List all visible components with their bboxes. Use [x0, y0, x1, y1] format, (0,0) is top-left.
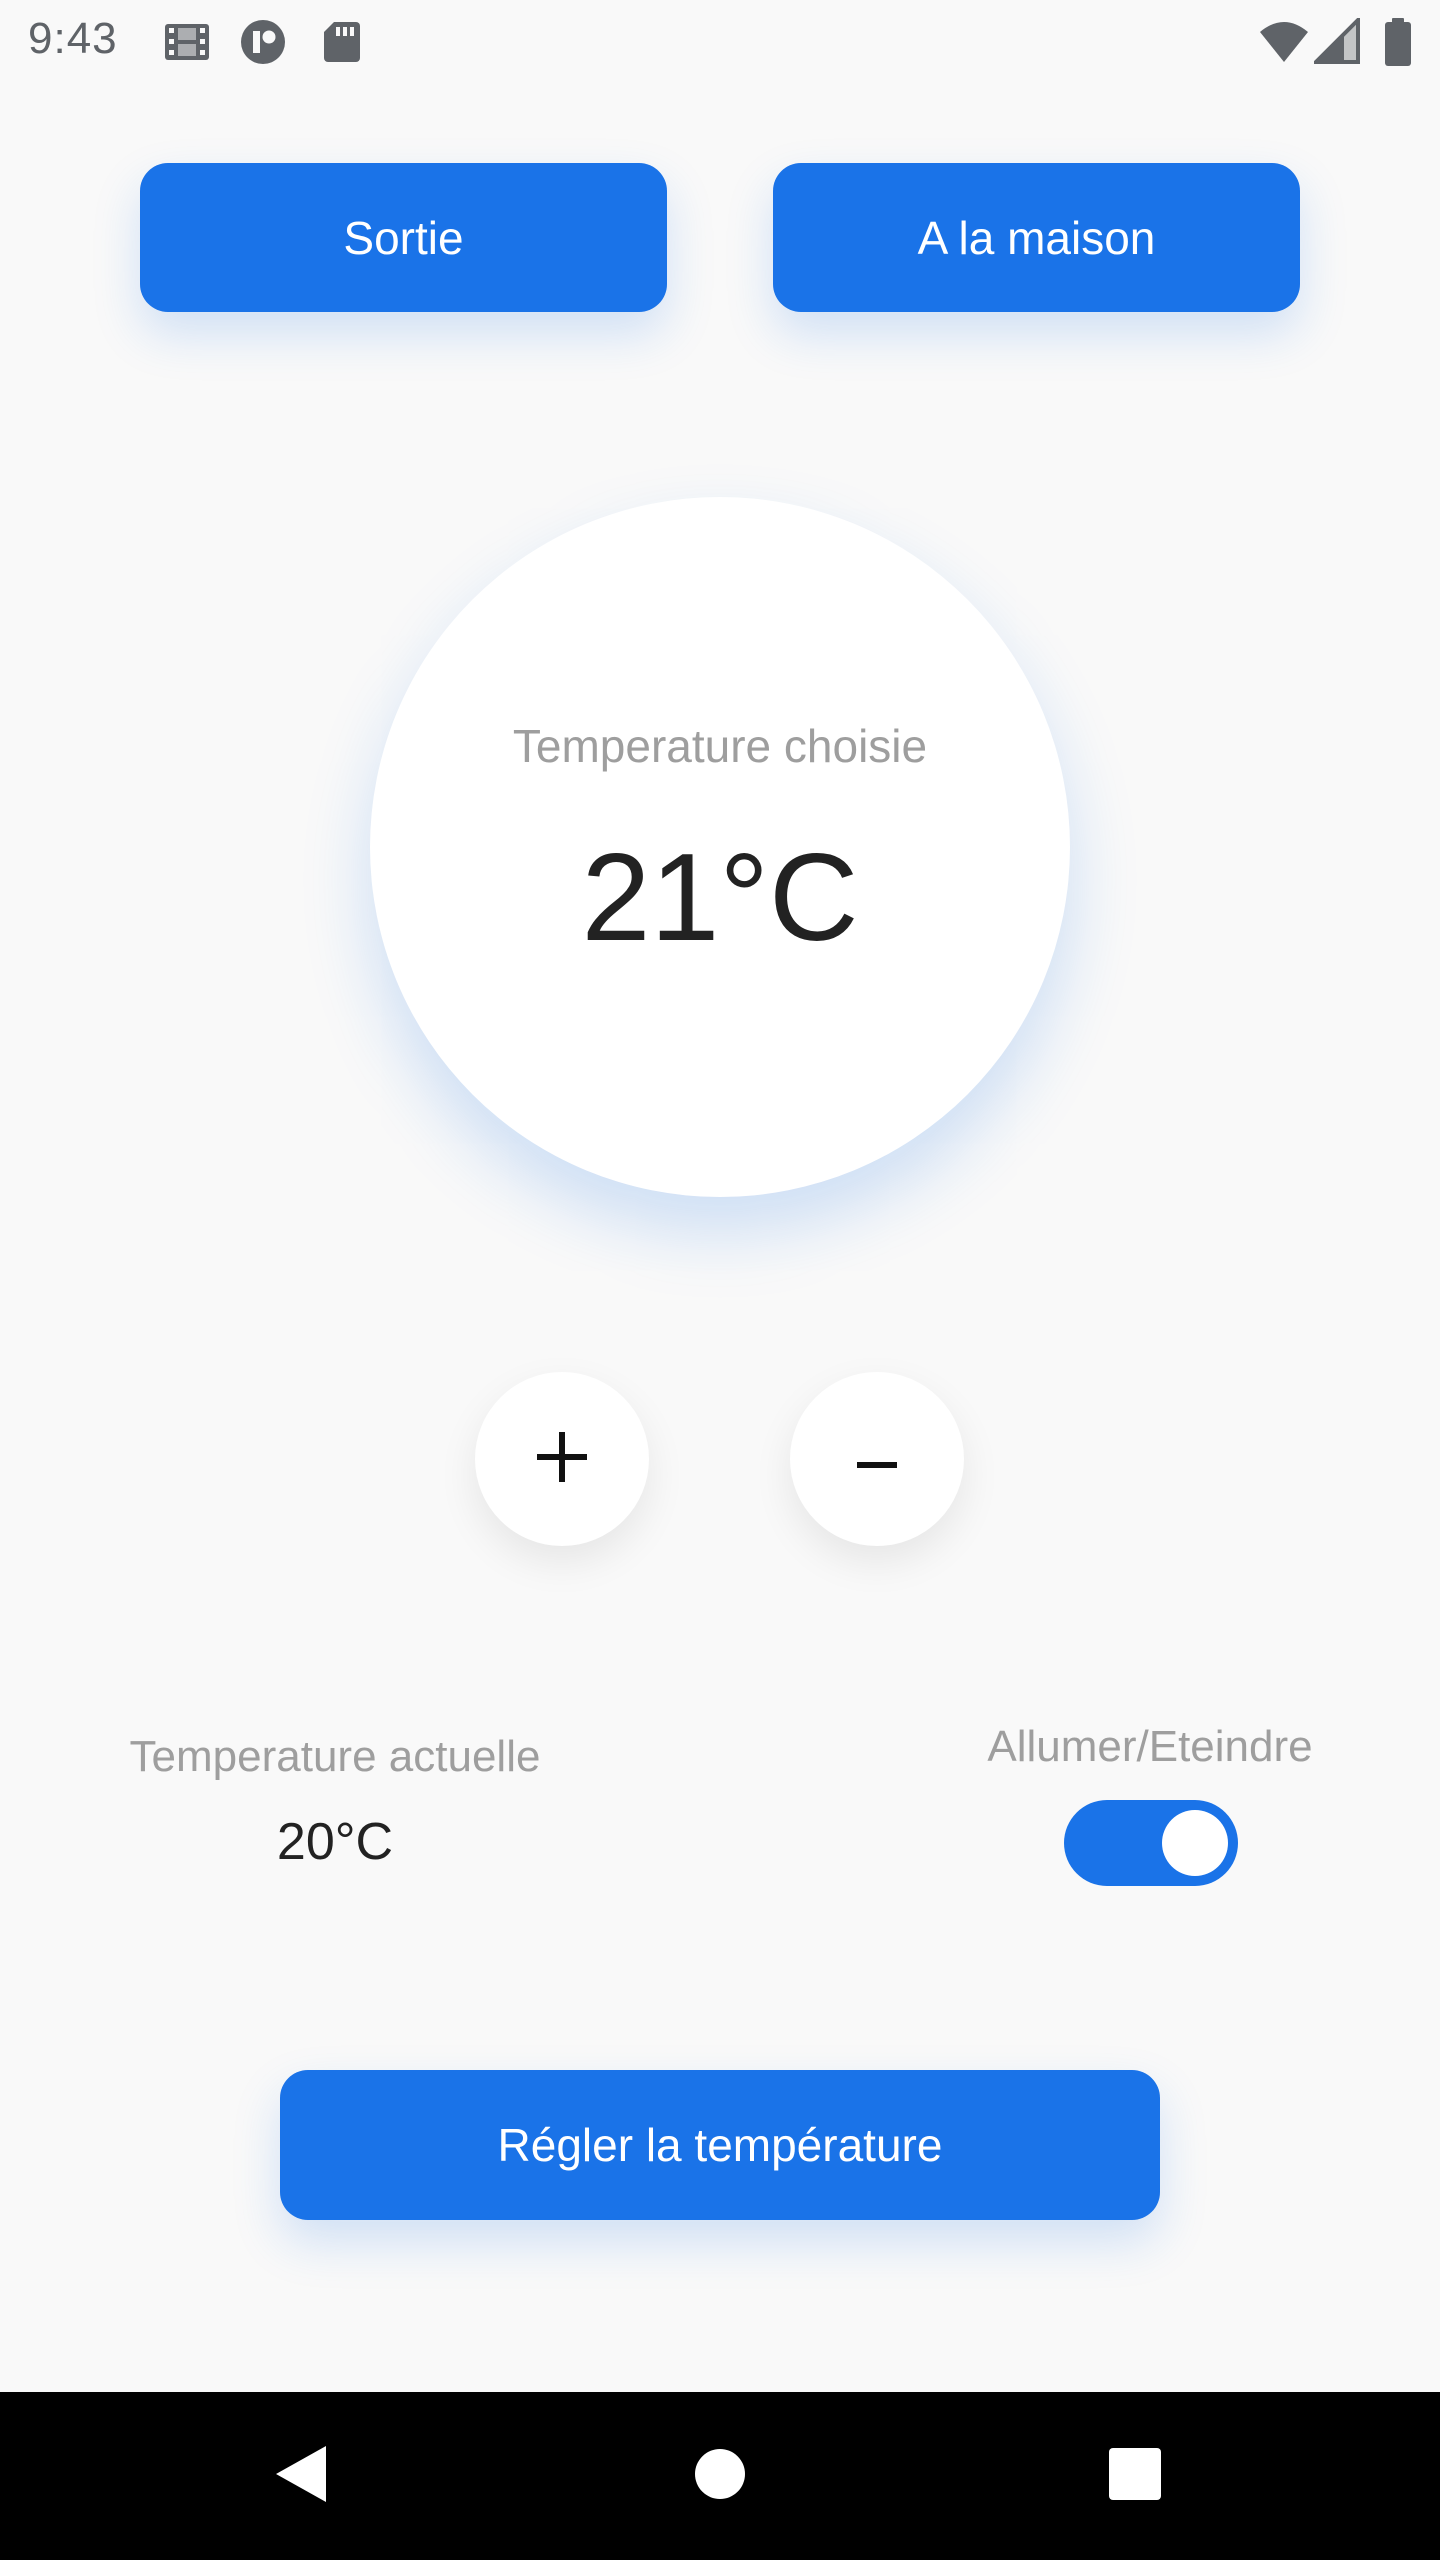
back-icon: [270, 2442, 330, 2511]
status-time: 9:43: [28, 14, 118, 63]
power-toggle-label: Allumer/Eteindre: [987, 1722, 1313, 1771]
nav-back-button[interactable]: [258, 2434, 342, 2518]
chosen-temperature-label: Temperature choisie: [512, 720, 928, 772]
film-icon: [163, 18, 211, 66]
app-notification-icon: [239, 18, 287, 66]
decrease-temperature-button[interactable]: [790, 1372, 964, 1546]
current-temperature-label: Temperature actuelle: [129, 1732, 541, 1781]
nav-recent-apps-button[interactable]: [1093, 2434, 1177, 2518]
power-toggle[interactable]: [1064, 1800, 1238, 1886]
battery-icon: [1382, 18, 1430, 66]
maison-button-label: A la maison: [917, 211, 1156, 264]
nav-home-button[interactable]: [678, 2434, 762, 2518]
set-temperature-button-label: Régler la température: [497, 2119, 943, 2171]
set-temperature-button[interactable]: Régler la température: [280, 2070, 1160, 2220]
current-temperature-value: 20°C: [276, 1813, 394, 1871]
increase-temperature-button[interactable]: [475, 1372, 649, 1546]
recent-apps-icon: [1109, 2447, 1161, 2505]
sd-card-icon: [318, 18, 366, 66]
power-toggle-knob: [1162, 1810, 1228, 1876]
plus-icon: [532, 1427, 592, 1492]
chosen-temperature-value: 21°C: [581, 829, 859, 967]
signal-icon: [1311, 15, 1362, 66]
wifi-icon: [1258, 18, 1308, 66]
sortie-button[interactable]: Sortie: [140, 163, 667, 312]
temperature-dial: Temperature choisie 21°C: [370, 497, 1070, 1197]
sortie-button-label: Sortie: [343, 211, 464, 264]
status-bar: 9:43: [0, 0, 1440, 84]
maison-button[interactable]: A la maison: [773, 163, 1300, 312]
minus-icon: [847, 1427, 907, 1492]
home-icon: [694, 2448, 746, 2505]
navigation-bar: [0, 2392, 1440, 2560]
